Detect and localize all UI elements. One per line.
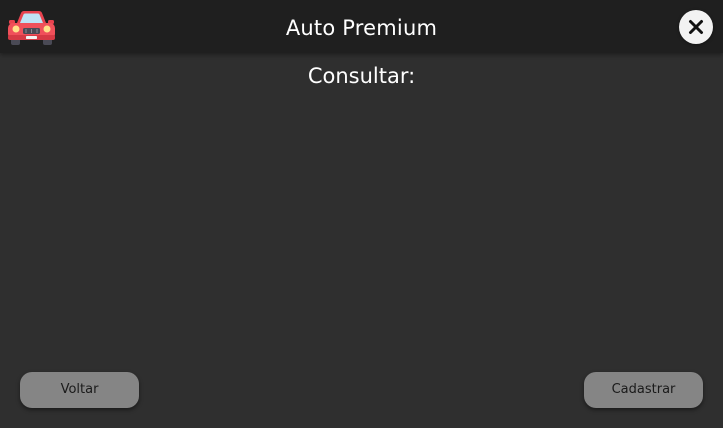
close-icon — [689, 20, 703, 34]
title-bar: Auto Premium — [0, 0, 723, 53]
close-button[interactable] — [679, 10, 713, 44]
app-title: Auto Premium — [285, 16, 438, 40]
page-heading: Consultar: — [307, 64, 416, 88]
register-button[interactable]: Cadastrar — [584, 372, 703, 408]
back-button[interactable]: Voltar — [20, 372, 139, 408]
app-window: Auto Premium Consultar: Voltar Cadastrar — [0, 0, 723, 428]
